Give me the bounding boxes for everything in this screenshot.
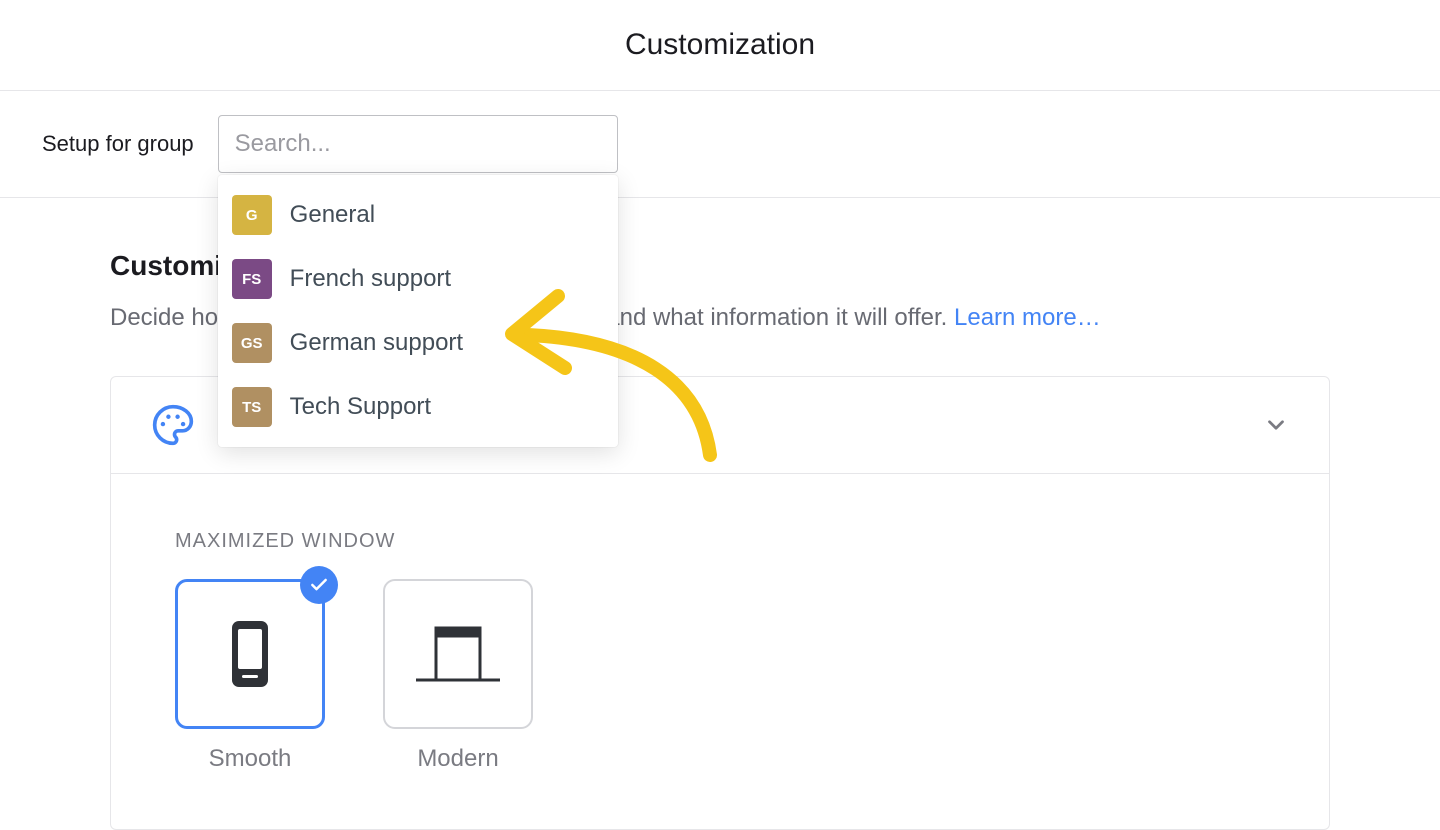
modern-preview-icon [414,622,502,686]
group-dropdown: G General FS French support GS German su… [218,175,618,447]
smooth-preview-icon [228,619,272,689]
group-badge: FS [232,259,272,299]
window-style-options: Smooth Modern [175,579,1265,773]
dropdown-item-french-support[interactable]: FS French support [218,247,618,311]
dropdown-item-german-support[interactable]: GS German support [218,311,618,375]
page-title: Customization [0,28,1440,62]
dropdown-item-label: French support [290,265,451,293]
setup-group-label: Setup for group [42,131,194,157]
maximized-window-label: MAXIMIZED WINDOW [175,530,1265,553]
option-label: Modern [417,745,498,773]
page-header: Customization [0,0,1440,91]
option-modern-preview [383,579,533,729]
dropdown-item-label: General [290,201,375,229]
option-smooth-preview [175,579,325,729]
group-badge: G [232,195,272,235]
learn-more-link[interactable]: Learn more… [954,304,1101,331]
appearance-panel-body: MAXIMIZED WINDOW [111,474,1329,829]
palette-icon [151,403,195,447]
main-content: Customization Decide how your chat widge… [0,198,1440,830]
dropdown-item-general[interactable]: G General [218,183,618,247]
option-modern[interactable]: Modern [383,579,533,773]
group-search-container: G General FS French support GS German su… [218,115,618,173]
dropdown-item-label: Tech Support [290,393,431,421]
group-selector-bar: Setup for group G General FS French supp… [0,91,1440,198]
option-smooth[interactable]: Smooth [175,579,325,773]
option-label: Smooth [209,745,292,773]
group-search-input[interactable] [218,115,618,173]
group-badge: GS [232,323,272,363]
dropdown-item-label: German support [290,329,463,357]
checkmark-icon [300,566,338,604]
dropdown-item-tech-support[interactable]: TS Tech Support [218,375,618,439]
group-badge: TS [232,387,272,427]
chevron-down-icon [1263,412,1289,438]
